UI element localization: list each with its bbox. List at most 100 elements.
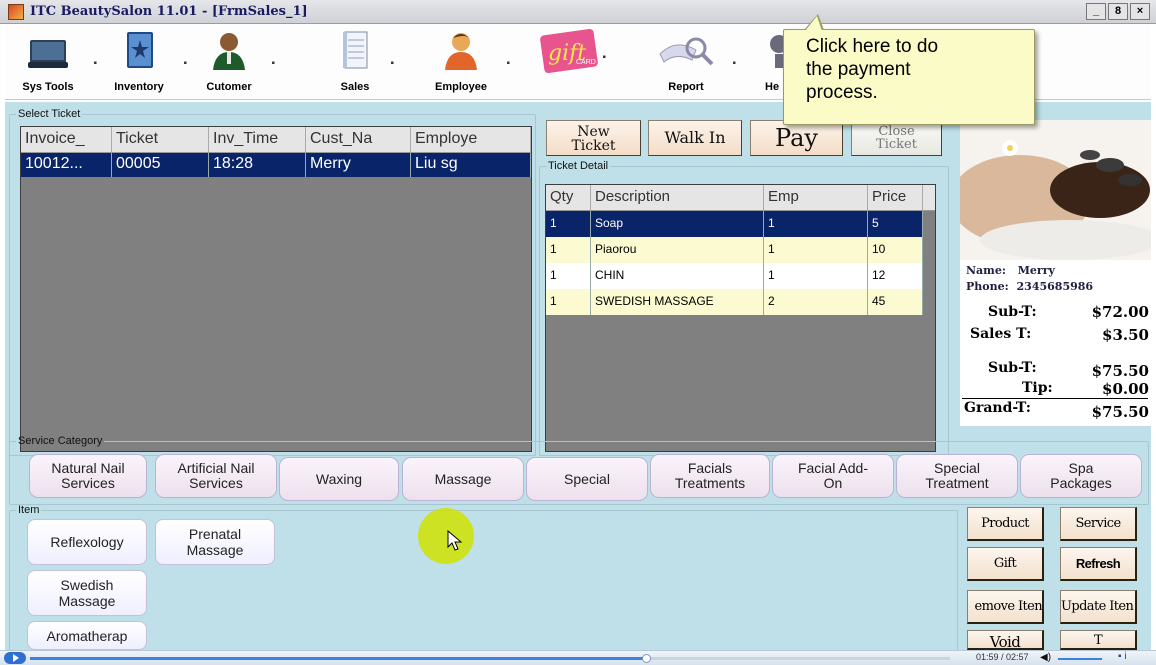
category-massage[interactable]: Massage [402,457,524,501]
toolbar-gift-card[interactable]: gift CARD ▪ [538,24,606,92]
cell-inv-time: 18:28 [209,153,306,177]
column-header-emp[interactable]: Emp [764,185,868,210]
category-label-line: On [823,475,843,491]
column-header-employee[interactable]: Employe [411,127,531,152]
video-progress-track[interactable] [30,654,950,663]
refresh-button[interactable]: Refresh [1060,547,1137,581]
cell-emp: 1 [764,263,868,289]
cell-invoice: 10012... [21,153,112,177]
cell-customer: Merry [306,153,411,177]
category-waxing[interactable]: Waxing [279,457,399,501]
video-time: 01:59 / 02:57 [976,652,1029,662]
customer-totals-panel: Name: Merry Phone: 2345685986 Sub-T: $72… [960,260,1151,426]
item-aromatherapy[interactable]: Aromatherap [27,621,147,650]
sales-tax-label: Sales T: [970,326,1032,342]
item-label-line: Prenatal [188,526,242,542]
item-reflexology[interactable]: Reflexology [27,519,147,565]
toolbar-inventory[interactable]: Inventory ▪ [105,30,187,98]
category-special[interactable]: Special [526,457,648,501]
chevron-down-icon[interactable]: ▪ [390,58,394,69]
close-button[interactable]: × [1130,3,1150,20]
category-special-treatment[interactable]: Special Treatment [896,454,1018,498]
toolbar-employee[interactable]: Employee ▪ [426,30,510,98]
column-header-customer[interactable]: Cust_Na [306,127,411,152]
category-label: Facial Add- On [798,461,868,491]
chevron-down-icon[interactable]: ▪ [506,58,510,69]
customer-phone-label: Phone: [966,280,1009,293]
remove-item-button[interactable]: emove Iten [967,590,1044,624]
category-label: Artificial Nail Services [177,461,254,491]
service-button[interactable]: Service [1060,507,1137,541]
cell-emp: 2 [764,289,868,315]
item-swedish-massage[interactable]: Swedish Massage [27,570,147,616]
void-button[interactable]: Void [967,630,1044,650]
toolbar-report[interactable]: Report ▪ [650,30,736,98]
maximize-button[interactable]: 8 [1108,3,1128,20]
chevron-down-icon[interactable]: ▪ [271,58,275,69]
category-label: Waxing [315,470,363,487]
video-progress-handle[interactable] [642,654,652,663]
item-label: Reflexology [50,534,124,550]
category-spa-packages[interactable]: Spa Packages [1020,454,1142,498]
column-header-price[interactable]: Price [868,185,923,210]
payment-tooltip: Click here to do the payment process. [783,14,1035,125]
chevron-down-icon[interactable]: ▪ [732,58,736,69]
table-row[interactable]: 10012... 00005 18:28 Merry Liu sg [21,153,531,177]
column-header-description[interactable]: Description [591,185,764,210]
table-row[interactable]: 1 CHIN 1 12 [546,263,935,289]
category-facials-treatments[interactable]: Facials Treatments [650,454,770,498]
update-item-button[interactable]: Update Iten [1060,590,1137,624]
play-icon[interactable] [4,652,26,664]
toolbar-sales[interactable]: Sales ▪ [330,30,394,98]
toolbar-sys-tools[interactable]: Sys Tools ▪ [13,30,97,98]
video-settings-icon[interactable]: ▪ i [1118,651,1127,662]
column-header-inv-time[interactable]: Inv_Time [209,127,306,152]
table-row[interactable]: 1 SWEDISH MASSAGE 2 45 [546,289,935,315]
chevron-down-icon[interactable]: ▪ [183,58,187,69]
category-artificial-nail-services[interactable]: Artificial Nail Services [155,454,277,498]
category-label: Massage [434,470,492,487]
gift-button[interactable]: Gift [967,547,1044,581]
column-header-ticket[interactable]: Ticket [112,127,209,152]
walk-in-button[interactable]: Walk In [648,120,742,156]
tip-label: Tip: [1022,380,1053,396]
item-label-line: Swedish [60,577,114,593]
item-prenatal-massage[interactable]: Prenatal Massage [155,519,275,565]
minimize-button[interactable]: _ [1086,3,1106,20]
cell-price: 5 [868,211,923,237]
cell-emp: 1 [764,237,868,263]
cell-description: CHIN [591,263,764,289]
window-titlebar: ITC BeautySalon 11.01 - [FrmSales_1] _ 8… [0,0,1156,24]
column-header-qty[interactable]: Qty [546,185,591,210]
new-ticket-button[interactable]: New Ticket [546,120,641,156]
table-row[interactable]: 1 Soap 1 5 [546,211,935,237]
toolbar-customer[interactable]: Cutomer ▪ [197,30,275,98]
pay-button[interactable]: Pay [750,120,843,156]
category-label-line: Natural Nail [51,460,125,476]
mouse-cursor-icon [447,530,463,551]
grand-total-label: Grand-T: [964,400,1031,416]
column-header-invoice[interactable]: Invoice_ [21,127,112,152]
tooltip-line: process. [806,82,878,103]
sales-tax-value: $3.50 [1102,326,1149,344]
close-ticket-button[interactable]: Close Ticket [851,120,942,156]
table-row[interactable]: 1 Piaorou 1 10 [546,237,935,263]
volume-slider[interactable] [1058,658,1102,660]
cell-employee: Liu sg [411,153,531,177]
customer-name-label: Name: [966,264,1006,277]
volume-icon[interactable]: ◀) [1040,652,1051,663]
employee-person-icon [445,33,477,70]
ticket-list-grid[interactable]: Invoice_ Ticket Inv_Time Cust_Na Employe… [20,126,532,452]
chevron-down-icon[interactable]: ▪ [93,58,97,69]
chevron-down-icon[interactable]: ▪ [602,52,606,63]
product-button[interactable]: Product [967,507,1044,541]
category-natural-nail-services[interactable]: Natural Nail Services [29,454,147,498]
item-label: Swedish Massage [59,577,116,609]
customer-person-icon [213,33,245,70]
category-facial-add-on[interactable]: Facial Add- On [772,454,894,498]
tooltip-line: the payment [806,59,911,80]
ticket-detail-grid[interactable]: Qty Description Emp Price 1 Soap 1 5 1 P… [545,184,936,452]
extra-action-button[interactable]: T [1060,630,1137,650]
subtotal-after-tax-label: Sub-T: [988,360,1037,376]
category-label-line: Special [934,460,980,476]
